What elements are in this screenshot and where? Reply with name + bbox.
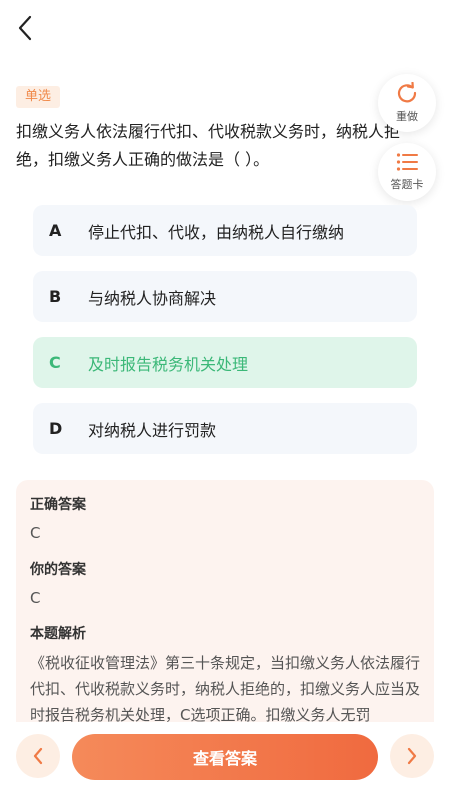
- explanation-panel: 正确答案 C 你的答案 C 本题解析 《税收征收管理法》第三十条规定，当扣缴义务…: [16, 480, 434, 750]
- back-button[interactable]: [12, 14, 40, 42]
- question-type-tag: 单选: [16, 86, 61, 108]
- chevron-right-icon: [407, 747, 417, 765]
- option-text: 与纳税人协商解决: [88, 288, 217, 308]
- answer-card-button[interactable]: 答题卡: [378, 143, 436, 201]
- prev-question-button[interactable]: [16, 734, 60, 778]
- refresh-icon: [397, 82, 417, 103]
- option-text: 对纳税人进行罚款: [88, 420, 217, 440]
- option-letter: A: [49, 221, 62, 240]
- redo-label: 重做: [396, 110, 418, 123]
- options-list: A 停止代扣、代收，由纳税人自行缴纳 B 与纳税人协商解决 C 及时报告税务机关…: [33, 205, 417, 469]
- correct-answer-label: 正确答案: [30, 497, 86, 513]
- option-d[interactable]: D 对纳税人进行罚款: [33, 403, 417, 454]
- redo-button[interactable]: 重做: [378, 74, 436, 132]
- next-question-button[interactable]: [390, 734, 434, 778]
- analysis-text: 《税收征收管理法》第三十条规定，当扣缴义务人依法履行代扣、代收税款义务时，纳税人…: [30, 654, 421, 724]
- option-text: 及时报告税务机关处理: [88, 354, 249, 374]
- analysis-label: 本题解析: [30, 626, 86, 642]
- answer-card-label: 答题卡: [390, 178, 424, 191]
- view-answer-button[interactable]: 查看答案: [72, 734, 378, 780]
- bottom-bar: 查看答案: [0, 722, 450, 800]
- option-a[interactable]: A 停止代扣、代收，由纳税人自行缴纳: [33, 205, 417, 256]
- option-c[interactable]: C 及时报告税务机关处理: [33, 337, 417, 388]
- chevron-left-icon: [18, 15, 32, 41]
- option-text: 停止代扣、代收，由纳税人自行缴纳: [88, 222, 345, 242]
- option-letter: D: [49, 419, 63, 438]
- your-answer-label: 你的答案: [30, 562, 86, 578]
- option-b[interactable]: B 与纳税人协商解决: [33, 271, 417, 322]
- option-letter: C: [49, 353, 61, 372]
- your-answer-value: C: [30, 589, 41, 607]
- chevron-left-icon: [33, 747, 43, 765]
- list-icon: [396, 153, 418, 171]
- question-text: 扣缴义务人依法履行代扣、代收税款义务时，纳税人拒绝，扣缴义务人正确的做法是（ ）…: [16, 122, 401, 169]
- option-letter: B: [49, 287, 62, 306]
- correct-answer-value: C: [30, 524, 41, 542]
